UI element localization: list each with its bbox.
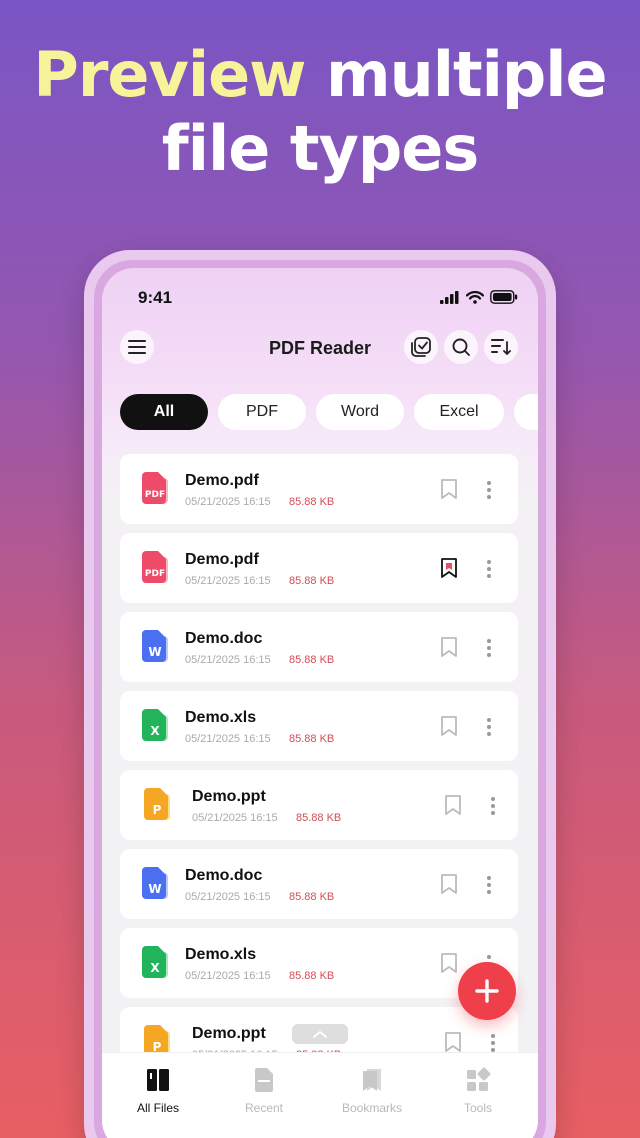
nav-label: Bookmarks — [341, 1101, 403, 1115]
file-name: Demo.pdf — [185, 551, 259, 568]
sort-icon — [491, 339, 511, 355]
file-row[interactable]: X Demo.xls 05/21/2025 16:15 85.88 KB — [120, 691, 518, 761]
headline-highlight: Preview — [33, 38, 306, 111]
bookmark-icon[interactable] — [440, 715, 458, 737]
svg-text:X: X — [150, 724, 160, 738]
excel-file-icon: X — [142, 946, 168, 978]
svg-text:P: P — [153, 803, 162, 817]
app-screen: 9:41 PDF Reader All PDF Word Excel PDF D… — [102, 268, 538, 1138]
word-file-icon: W — [142, 630, 168, 662]
bookmark-icon[interactable] — [444, 794, 462, 816]
nav-label: All Files — [136, 1101, 179, 1115]
select-button[interactable] — [404, 330, 438, 364]
file-size: 85.88 KB — [289, 733, 335, 745]
all-files-icon — [147, 1069, 169, 1091]
more-options-icon[interactable] — [486, 559, 492, 579]
file-date: 05/21/2025 16:15 — [192, 812, 278, 824]
signal-icon — [440, 290, 459, 304]
more-options-icon[interactable] — [486, 875, 492, 895]
file-name: Demo.ppt — [192, 788, 266, 805]
file-name: Demo.ppt — [192, 1025, 266, 1042]
file-size: 85.88 KB — [289, 970, 335, 982]
file-date: 05/21/2025 16:15 — [185, 496, 271, 508]
nav-all-files[interactable]: All Files — [108, 1067, 208, 1115]
bookmark-icon[interactable] — [440, 873, 458, 895]
ppt-file-icon: P — [144, 788, 170, 820]
bottom-nav: All Files Recent Bookmarks Tools — [102, 1052, 538, 1138]
plus-icon — [475, 979, 499, 1003]
nav-label: Tools — [463, 1101, 492, 1115]
status-bar: 9:41 — [102, 288, 538, 308]
battery-icon — [490, 290, 518, 304]
nav-bookmarks[interactable]: Bookmarks — [322, 1067, 422, 1115]
file-name: Demo.doc — [185, 630, 263, 647]
phone-frame: 9:41 PDF Reader All PDF Word Excel PDF D… — [84, 250, 556, 1138]
pdf-file-icon: PDF — [142, 472, 168, 504]
bookmark-filled-icon[interactable] — [440, 557, 458, 579]
file-row[interactable]: W Demo.doc 05/21/2025 16:15 85.88 KB — [120, 612, 518, 682]
file-row[interactable]: PDF Demo.pdf 05/21/2025 16:15 85.88 KB — [120, 533, 518, 603]
filter-chips: All PDF Word Excel — [120, 394, 538, 430]
bookmark-icon[interactable] — [440, 636, 458, 658]
chevron-up-icon — [313, 1031, 327, 1038]
file-name: Demo.xls — [185, 946, 257, 963]
excel-file-icon: X — [142, 709, 168, 741]
search-button[interactable] — [444, 330, 478, 364]
file-date: 05/21/2025 16:15 — [185, 733, 271, 745]
file-name: Demo.xls — [185, 709, 257, 726]
file-name: Demo.pdf — [185, 472, 259, 489]
file-size: 85.88 KB — [289, 575, 335, 587]
status-time: 9:41 — [138, 288, 173, 307]
svg-text:W: W — [148, 645, 161, 659]
pdf-file-icon: PDF — [142, 551, 168, 583]
file-row[interactable]: W Demo.doc 05/21/2025 16:15 85.88 KB — [120, 849, 518, 919]
headline-line2: file types — [161, 112, 480, 185]
file-date: 05/21/2025 16:15 — [185, 970, 271, 982]
file-size: 85.88 KB — [289, 891, 335, 903]
svg-text:PDF: PDF — [145, 569, 165, 579]
file-date: 05/21/2025 16:15 — [185, 654, 271, 666]
sort-button[interactable] — [484, 330, 518, 364]
multi-select-icon — [411, 337, 431, 357]
scroll-to-top-button[interactable] — [292, 1024, 348, 1044]
filter-chip-excel[interactable]: Excel — [414, 394, 504, 430]
recent-icon — [255, 1068, 273, 1092]
file-date: 05/21/2025 16:15 — [185, 891, 271, 903]
more-options-icon[interactable] — [490, 1033, 496, 1053]
svg-text:X: X — [150, 961, 160, 975]
file-row[interactable]: P Demo.ppt 05/21/2025 16:15 85.88 KB — [120, 770, 518, 840]
wifi-icon — [466, 290, 484, 304]
bookmark-icon[interactable] — [444, 1031, 462, 1053]
app-bar: PDF Reader — [102, 330, 538, 366]
nav-label: Recent — [244, 1101, 284, 1115]
file-name: Demo.doc — [185, 867, 263, 884]
filter-chip-word[interactable]: Word — [316, 394, 404, 430]
file-size: 85.88 KB — [296, 812, 342, 824]
more-options-icon[interactable] — [486, 638, 492, 658]
word-file-icon: W — [142, 867, 168, 899]
search-icon — [452, 338, 470, 356]
nav-tools[interactable]: Tools — [428, 1067, 528, 1115]
headline: Preview multiple file types — [0, 38, 640, 186]
more-options-icon[interactable] — [490, 796, 496, 816]
nav-recent[interactable]: Recent — [214, 1067, 314, 1115]
more-options-icon[interactable] — [486, 480, 492, 500]
file-row[interactable]: PDF Demo.pdf 05/21/2025 16:15 85.88 KB — [120, 454, 518, 524]
filter-chip-pdf[interactable]: PDF — [218, 394, 306, 430]
add-file-button[interactable] — [458, 962, 516, 1020]
more-options-icon[interactable] — [486, 717, 492, 737]
phone-bezel: 9:41 PDF Reader All PDF Word Excel PDF D… — [94, 260, 546, 1138]
svg-text:PDF: PDF — [145, 490, 165, 500]
svg-text:W: W — [148, 882, 161, 896]
tools-icon — [467, 1067, 491, 1091]
file-size: 85.88 KB — [289, 654, 335, 666]
bookmarks-icon — [363, 1069, 381, 1091]
bookmark-icon[interactable] — [440, 478, 458, 500]
headline-rest: multiple — [305, 38, 608, 111]
filter-chip-overflow[interactable] — [514, 394, 538, 430]
bookmark-icon[interactable] — [440, 952, 458, 974]
filter-chip-all[interactable]: All — [120, 394, 208, 430]
file-size: 85.88 KB — [289, 496, 335, 508]
file-date: 05/21/2025 16:15 — [185, 575, 271, 587]
